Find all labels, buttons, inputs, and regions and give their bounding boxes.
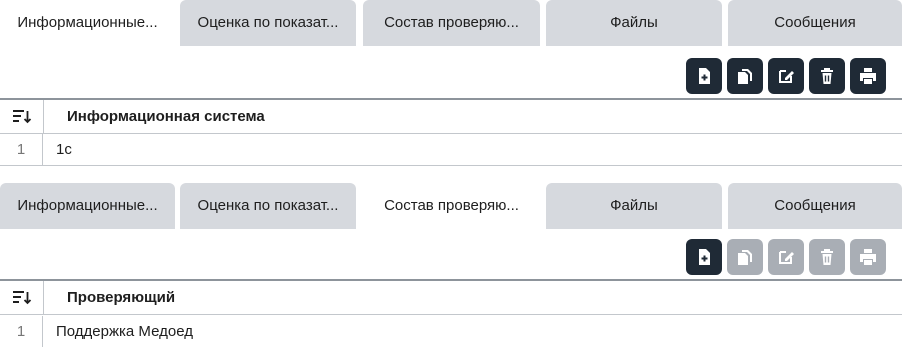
copy-icon xyxy=(738,250,752,265)
table-row[interactable]: 1 1с xyxy=(0,134,902,166)
tab-bar: Информационные... Оценка по показат... С… xyxy=(0,183,902,229)
tab-information-systems[interactable]: Информационные... xyxy=(0,0,175,46)
print-button[interactable] xyxy=(850,58,886,94)
tab-indicator-assessment[interactable]: Оценка по показат... xyxy=(180,0,356,46)
toolbar xyxy=(686,239,886,275)
sort-button[interactable] xyxy=(0,100,44,133)
print-button[interactable] xyxy=(850,239,886,275)
tab-inspectors[interactable]: Состав проверяю... xyxy=(363,183,540,229)
copy-button[interactable] xyxy=(727,58,763,94)
tab-files[interactable]: Файлы xyxy=(546,183,722,229)
add-file-icon xyxy=(699,68,710,84)
tab-files[interactable]: Файлы xyxy=(546,0,722,46)
copy-button[interactable] xyxy=(727,239,763,275)
tab-bar: Информационные... Оценка по показат... С… xyxy=(0,0,902,46)
sort-button[interactable] xyxy=(0,281,44,314)
print-icon xyxy=(860,249,876,265)
panel-information-systems: Информационные... Оценка по показат... С… xyxy=(0,0,902,174)
tab-inspectors[interactable]: Состав проверяю... xyxy=(363,0,540,46)
copy-icon xyxy=(738,69,752,84)
row-number: 1 xyxy=(0,316,43,347)
tab-messages[interactable]: Сообщения xyxy=(728,183,902,229)
panel-inspectors: Информационные... Оценка по показат... С… xyxy=(0,183,902,348)
add-button[interactable] xyxy=(686,58,722,94)
sort-icon xyxy=(12,290,31,304)
edit-icon xyxy=(779,251,794,264)
column-header-inspector[interactable]: Проверяющий xyxy=(67,281,175,314)
tab-indicator-assessment[interactable]: Оценка по показат... xyxy=(180,183,356,229)
edit-button[interactable] xyxy=(768,239,804,275)
row-number: 1 xyxy=(0,134,43,165)
print-icon xyxy=(860,68,876,84)
toolbar xyxy=(686,58,886,94)
delete-icon xyxy=(821,68,833,84)
sort-icon xyxy=(12,109,31,123)
delete-button[interactable] xyxy=(809,58,845,94)
tab-messages[interactable]: Сообщения xyxy=(728,0,902,46)
cell-information-system: 1с xyxy=(56,141,72,158)
delete-icon xyxy=(821,249,833,265)
add-file-icon xyxy=(699,249,710,265)
cell-inspector: Поддержка Медоед xyxy=(56,323,193,340)
edit-button[interactable] xyxy=(768,58,804,94)
edit-icon xyxy=(779,70,794,83)
table-header: Информационная система xyxy=(0,98,902,134)
tab-information-systems[interactable]: Информационные... xyxy=(0,183,175,229)
add-button[interactable] xyxy=(686,239,722,275)
column-header-information-system[interactable]: Информационная система xyxy=(67,100,265,133)
table-row[interactable]: 1 Поддержка Медоед xyxy=(0,316,902,348)
delete-button[interactable] xyxy=(809,239,845,275)
table-header: Проверяющий xyxy=(0,279,902,315)
